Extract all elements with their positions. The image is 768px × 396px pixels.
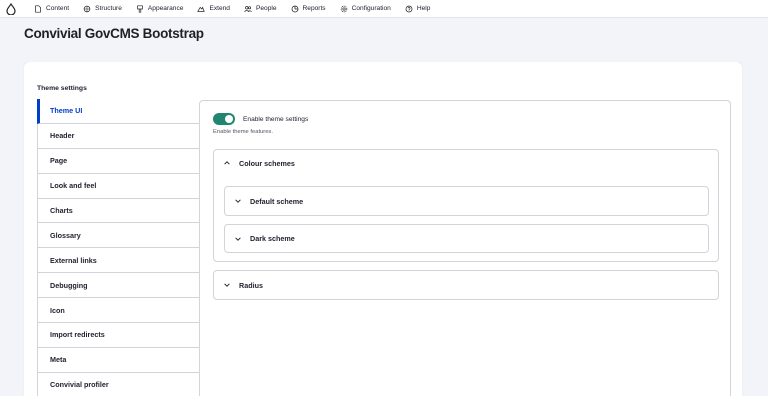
tab-icon[interactable]: Icon bbox=[37, 298, 200, 324]
toolbar-item-content[interactable]: Content bbox=[34, 0, 69, 18]
toolbar-item-label: Content bbox=[46, 5, 70, 12]
page-title: Convivial GovCMS Bootstrap bbox=[24, 26, 204, 41]
tab-external-links[interactable]: External links bbox=[37, 248, 200, 274]
vertical-tabs: Theme UI Header Page Look and feel Chart… bbox=[37, 99, 200, 396]
tab-debugging[interactable]: Debugging bbox=[37, 273, 200, 299]
chevron-down-icon bbox=[235, 199, 241, 203]
colour-schemes-details: Colour schemes Default scheme Dark schem… bbox=[213, 149, 719, 262]
page-header: Convivial GovCMS Bootstrap bbox=[0, 18, 768, 68]
tab-charts[interactable]: Charts bbox=[37, 198, 200, 224]
tab-convivial-profiler[interactable]: Convivial profiler bbox=[37, 372, 200, 396]
tab-look-and-feel[interactable]: Look and feel bbox=[37, 173, 200, 199]
toolbar-item-label: Structure bbox=[95, 5, 122, 12]
toolbar-item-label: People bbox=[255, 5, 277, 12]
default-scheme-summary[interactable]: Default scheme bbox=[225, 187, 708, 215]
tab-meta[interactable]: Meta bbox=[37, 347, 200, 373]
admin-toolbar: Content Structure Appearance Extend Peop… bbox=[0, 0, 768, 18]
radius-details: Radius bbox=[213, 270, 719, 300]
toolbar-item-label: Configuration bbox=[351, 5, 391, 12]
toolbar-item-label: Help bbox=[416, 5, 431, 12]
people-icon bbox=[244, 5, 252, 12]
toggle-description: Enable theme features. bbox=[213, 129, 273, 135]
chevron-down-icon bbox=[235, 236, 241, 241]
tab-import-redirects[interactable]: Import redirects bbox=[37, 323, 200, 348]
structure-icon bbox=[83, 5, 91, 12]
toolbar-item-structure[interactable]: Structure bbox=[83, 0, 122, 18]
dark-scheme-label: Dark scheme bbox=[250, 234, 295, 243]
default-scheme-details: Default scheme bbox=[224, 186, 709, 216]
gear-icon bbox=[340, 5, 347, 12]
settings-card: Theme settings Theme UI Header Page Look… bbox=[24, 62, 742, 396]
section-label: Theme settings bbox=[37, 85, 87, 92]
puzzle-icon bbox=[197, 6, 206, 12]
toolbar-item-extend[interactable]: Extend bbox=[197, 0, 230, 18]
toolbar-item-reports[interactable]: Reports bbox=[291, 0, 326, 18]
toggle-label: Enable theme settings bbox=[243, 115, 309, 123]
toolbar-item-help[interactable]: Help bbox=[405, 0, 431, 18]
radius-label: Radius bbox=[239, 280, 263, 290]
colour-schemes-summary[interactable]: Colour schemes bbox=[214, 150, 718, 176]
chevron-up-icon bbox=[224, 161, 230, 165]
enable-theme-settings-toggle[interactable] bbox=[213, 113, 235, 125]
default-scheme-label: Default scheme bbox=[250, 196, 304, 206]
tab-pane-theme-ui: Enable theme settings Enable theme featu… bbox=[199, 100, 731, 396]
tab-header[interactable]: Header bbox=[37, 123, 200, 149]
toolbar-item-label: Appearance bbox=[147, 5, 184, 12]
toolbar-item-label: Extend bbox=[209, 5, 230, 12]
enable-theme-settings-row: Enable theme settings bbox=[213, 113, 308, 125]
chevron-down-icon bbox=[224, 283, 230, 287]
toolbar-item-appearance[interactable]: Appearance bbox=[136, 0, 184, 18]
help-icon bbox=[405, 5, 413, 12]
toolbar-item-label: Reports bbox=[302, 5, 326, 12]
dark-scheme-summary[interactable]: Dark scheme bbox=[225, 225, 708, 252]
dark-scheme-details: Dark scheme bbox=[224, 224, 709, 253]
page-icon bbox=[35, 4, 41, 13]
radius-summary[interactable]: Radius bbox=[214, 271, 718, 299]
brush-icon bbox=[137, 4, 143, 13]
toolbar-item-people[interactable]: People bbox=[244, 0, 277, 18]
chart-icon bbox=[291, 5, 298, 12]
toolbar-item-configuration[interactable]: Configuration bbox=[340, 0, 391, 18]
colour-schemes-label: Colour schemes bbox=[239, 158, 295, 168]
tab-page[interactable]: Page bbox=[37, 148, 200, 174]
tab-theme-ui[interactable]: Theme UI bbox=[37, 99, 200, 124]
tab-glossary[interactable]: Glossary bbox=[37, 223, 200, 249]
drupal-drop-icon[interactable] bbox=[2, 0, 20, 18]
